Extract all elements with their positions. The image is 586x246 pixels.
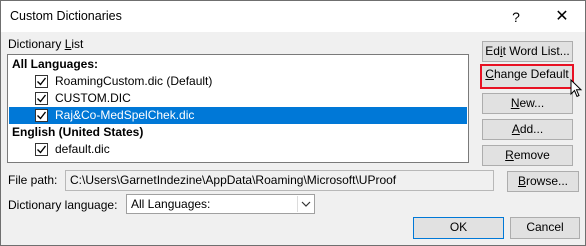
change-default-button[interactable]: Change Default bbox=[480, 64, 574, 89]
new-label-part3: ew... bbox=[519, 96, 545, 110]
checkmark-icon bbox=[37, 77, 47, 86]
group-heading-english-us: English (United States) bbox=[12, 125, 144, 139]
dictionary-name: Raj&Co-MedSpelChek.dic bbox=[55, 108, 195, 122]
browse-label-part3: rowse... bbox=[526, 174, 569, 188]
checkbox[interactable] bbox=[35, 109, 48, 122]
group-heading-all-languages: All Languages: bbox=[12, 57, 99, 71]
checkbox[interactable] bbox=[35, 92, 48, 105]
checkmark-icon bbox=[37, 94, 47, 103]
remove-label-part2: R bbox=[505, 148, 514, 162]
dictionary-language-select[interactable]: All Languages: bbox=[126, 194, 315, 214]
dictionary-name: CUSTOM.DIC bbox=[55, 91, 131, 105]
edit-word-list-button[interactable]: Edit Word List... bbox=[482, 41, 573, 62]
ok-button[interactable]: OK bbox=[413, 217, 504, 239]
dictionary-list-label-part1: Dictionary bbox=[8, 37, 65, 51]
dictionary-name: RoamingCustom.dic (Default) bbox=[55, 74, 213, 88]
list-item[interactable]: CUSTOM.DIC bbox=[9, 90, 467, 107]
list-item[interactable]: default.dic bbox=[9, 141, 467, 158]
list-item[interactable]: RoamingCustom.dic (Default) bbox=[9, 73, 467, 90]
add-label-part2: A bbox=[511, 122, 520, 136]
dictionary-language-value: All Languages: bbox=[131, 197, 211, 211]
remove-button[interactable]: Remove bbox=[482, 145, 573, 166]
add-label-part3: dd... bbox=[519, 122, 544, 136]
title-bar: Custom Dictionaries ? ✕ bbox=[1, 1, 585, 32]
add-button[interactable]: Add... bbox=[482, 119, 573, 140]
new-button[interactable]: New... bbox=[482, 93, 573, 114]
dictionary-list[interactable]: All Languages: RoamingCustom.dic (Defaul… bbox=[7, 54, 469, 163]
close-icon[interactable]: ✕ bbox=[547, 4, 577, 30]
file-path-field: C:\Users\GarnetIndezine\AppData\Roaming\… bbox=[65, 170, 494, 191]
dictionary-name: default.dic bbox=[55, 142, 110, 156]
remove-label-part3: emove bbox=[513, 148, 550, 162]
change-default-label-part2: C bbox=[485, 67, 494, 81]
checkbox[interactable] bbox=[35, 75, 48, 88]
change-default-label-part3: hange Default bbox=[493, 67, 569, 81]
edit-word-list-label-part1: Ed bbox=[485, 44, 500, 58]
browse-button[interactable]: Browse... bbox=[507, 171, 579, 192]
chevron-down-icon[interactable] bbox=[297, 196, 313, 212]
checkbox[interactable] bbox=[35, 143, 48, 156]
custom-dictionaries-dialog: Custom Dictionaries ? ✕ Dictionary List … bbox=[0, 0, 586, 246]
dictionary-language-label: Dictionary language: bbox=[8, 198, 118, 212]
dictionary-list-label: Dictionary List bbox=[8, 37, 83, 51]
cancel-button[interactable]: Cancel bbox=[510, 217, 580, 239]
file-path-label: File path: bbox=[8, 173, 58, 187]
edit-word-list-label-part3: t Word List... bbox=[502, 44, 570, 58]
help-icon[interactable]: ? bbox=[501, 4, 531, 30]
checkmark-icon bbox=[37, 145, 47, 154]
dictionary-list-label-part3: ist bbox=[71, 37, 84, 51]
mouse-pointer-icon bbox=[570, 78, 584, 102]
browse-label-part2: B bbox=[517, 174, 526, 188]
list-item-selected[interactable]: Raj&Co-MedSpelChek.dic bbox=[9, 107, 467, 124]
checkmark-icon bbox=[37, 111, 47, 120]
window-title: Custom Dictionaries bbox=[10, 9, 122, 23]
